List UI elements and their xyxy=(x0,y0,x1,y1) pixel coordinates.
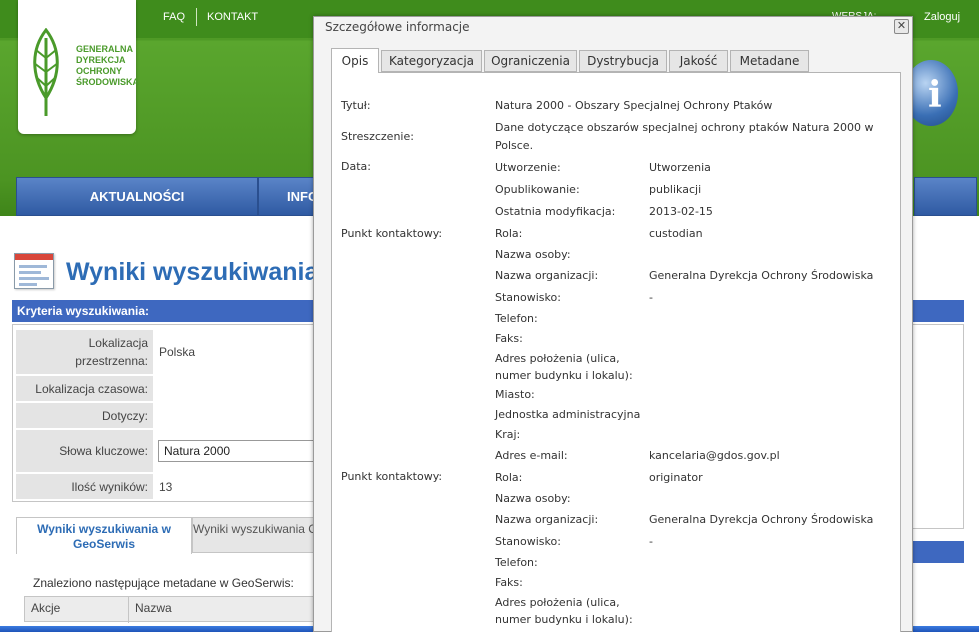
contact-1-org-label: Nazwa organizacji: xyxy=(495,269,599,282)
date-value-published: publikacji xyxy=(649,183,702,196)
contact-1-person-label: Nazwa osoby: xyxy=(495,248,571,261)
contact-1-fax-label: Faks: xyxy=(495,332,523,345)
contact-1-city-label: Miasto: xyxy=(495,388,535,401)
contact-2-org-label: Nazwa organizacji: xyxy=(495,513,599,526)
tab-cios-results[interactable]: Wyniki wyszukiwania CIOŚ xyxy=(192,517,316,553)
contact-link[interactable]: KONTAKT xyxy=(207,11,258,23)
keywords-input[interactable] xyxy=(158,440,318,462)
contact-1-admin-unit-label: Jednostka administracyjna xyxy=(495,408,641,421)
criteria-label-time: Lokalizacja czasowa: xyxy=(16,376,153,401)
contact-2-org-value: Generalna Dyrekcja Ochrony Środowiska xyxy=(649,513,874,526)
date-value-created: Utworzenia xyxy=(649,161,711,174)
contact-2-phone-label: Telefon: xyxy=(495,556,538,569)
contact-2-role-label: Rola: xyxy=(495,471,523,484)
column-header-actions: Akcje xyxy=(31,601,61,615)
nav-item-info[interactable]: INFO xyxy=(258,177,318,216)
details-dialog: Szczegółowe informacje ✕ Opis Kategoryza… xyxy=(313,16,913,632)
contact-1-role-label: Rola: xyxy=(495,227,523,240)
search-results-icon xyxy=(14,253,54,289)
field-label-abstract: Streszczenie: xyxy=(341,130,414,143)
field-label-contact-2: Punkt kontaktowy: xyxy=(341,470,443,483)
contact-1-email-value[interactable]: kancelaria@gdos.gov.pl xyxy=(649,447,780,464)
field-label-title: Tytuł: xyxy=(341,99,371,112)
nav-item-right[interactable] xyxy=(914,177,977,216)
contact-2-person-label: Nazwa osoby: xyxy=(495,492,571,505)
contact-1-position-label: Stanowisko: xyxy=(495,291,561,304)
criteria-label-keywords: Słowa kluczowe: xyxy=(16,430,153,472)
contact-1-country-label: Kraj: xyxy=(495,428,521,441)
date-label-published: Opublikowanie: xyxy=(495,183,580,196)
right-panel xyxy=(912,324,964,529)
field-label-date: Data: xyxy=(341,160,371,173)
contact-2-address-label: Adres położenia (ulica, numer budynku i … xyxy=(495,596,633,626)
contact-1-position-value: - xyxy=(649,291,653,304)
criteria-value-count: 13 xyxy=(159,480,173,494)
date-value-modified: 2013-02-15 xyxy=(649,205,713,218)
tab-metadane[interactable]: Metadane xyxy=(730,50,809,72)
results-table-header: Akcje Nazwa xyxy=(24,596,316,623)
contact-1-role-value: custodian xyxy=(649,227,703,240)
page-title: Wyniki wyszukiwania xyxy=(66,258,319,286)
field-value-abstract: Dane dotyczące obszarów specjalnej ochro… xyxy=(495,121,874,152)
contact-1-address-label: Adres położenia (ulica, numer budynku i … xyxy=(495,352,633,382)
right-panel-bar xyxy=(912,541,964,563)
dialog-title: Szczegółowe informacje xyxy=(325,20,470,34)
login-link[interactable]: Zaloguj xyxy=(924,11,960,23)
contact-2-position-value: - xyxy=(649,535,653,548)
contact-2-fax-label: Faks: xyxy=(495,576,523,589)
top-link-divider xyxy=(196,8,197,26)
column-header-name: Nazwa xyxy=(135,601,172,615)
leaf-icon xyxy=(33,28,59,116)
contact-2-position-label: Stanowisko: xyxy=(495,535,561,548)
date-label-created: Utworzenie: xyxy=(495,161,561,174)
criteria-value-location: Polska xyxy=(159,345,196,359)
tab-dystrybucja[interactable]: Dystrybucja xyxy=(579,50,667,72)
gdos-logo[interactable]: GENERALNA DYREKCJA OCHRONY ŚRODOWISKA xyxy=(18,0,139,134)
contact-1-org-value: Generalna Dyrekcja Ochrony Środowiska xyxy=(649,269,874,282)
tab-jakosc[interactable]: Jakość xyxy=(669,50,728,72)
contact-1-phone-label: Telefon: xyxy=(495,312,538,325)
close-icon[interactable]: ✕ xyxy=(894,19,909,34)
faq-link[interactable]: FAQ xyxy=(163,11,185,23)
criteria-label-topic: Dotyczy: xyxy=(16,403,153,428)
tab-kategoryzacja[interactable]: Kategoryzacja xyxy=(381,50,482,72)
field-label-contact-1: Punkt kontaktowy: xyxy=(341,227,443,240)
tab-ograniczenia[interactable]: Ograniczenia xyxy=(484,50,577,72)
logo-text: GENERALNA DYREKCJA OCHRONY ŚRODOWISKA xyxy=(76,44,139,87)
nav-item-news[interactable]: AKTUALNOŚCI xyxy=(16,177,258,216)
tab-opis[interactable]: Opis xyxy=(331,48,379,73)
date-label-modified: Ostatnia modyfikacja: xyxy=(495,205,616,218)
tab-geoserwis-results[interactable]: Wyniki wyszukiwania w GeoSerwis xyxy=(16,517,192,554)
criteria-label-location: Lokalizacja przestrzenna: xyxy=(16,330,153,374)
contact-2-role-value: originator xyxy=(649,471,703,484)
field-value-title: Natura 2000 - Obszary Specjalnej Ochrony… xyxy=(495,99,773,112)
found-metadata-text: Znaleziono następujące metadane w GeoSer… xyxy=(33,576,294,590)
criteria-label-count: Ilość wyników: xyxy=(16,474,153,499)
main-nav: AKTUALNOŚCI INFO xyxy=(16,177,318,216)
contact-1-email-label: Adres e-mail: xyxy=(495,449,568,462)
